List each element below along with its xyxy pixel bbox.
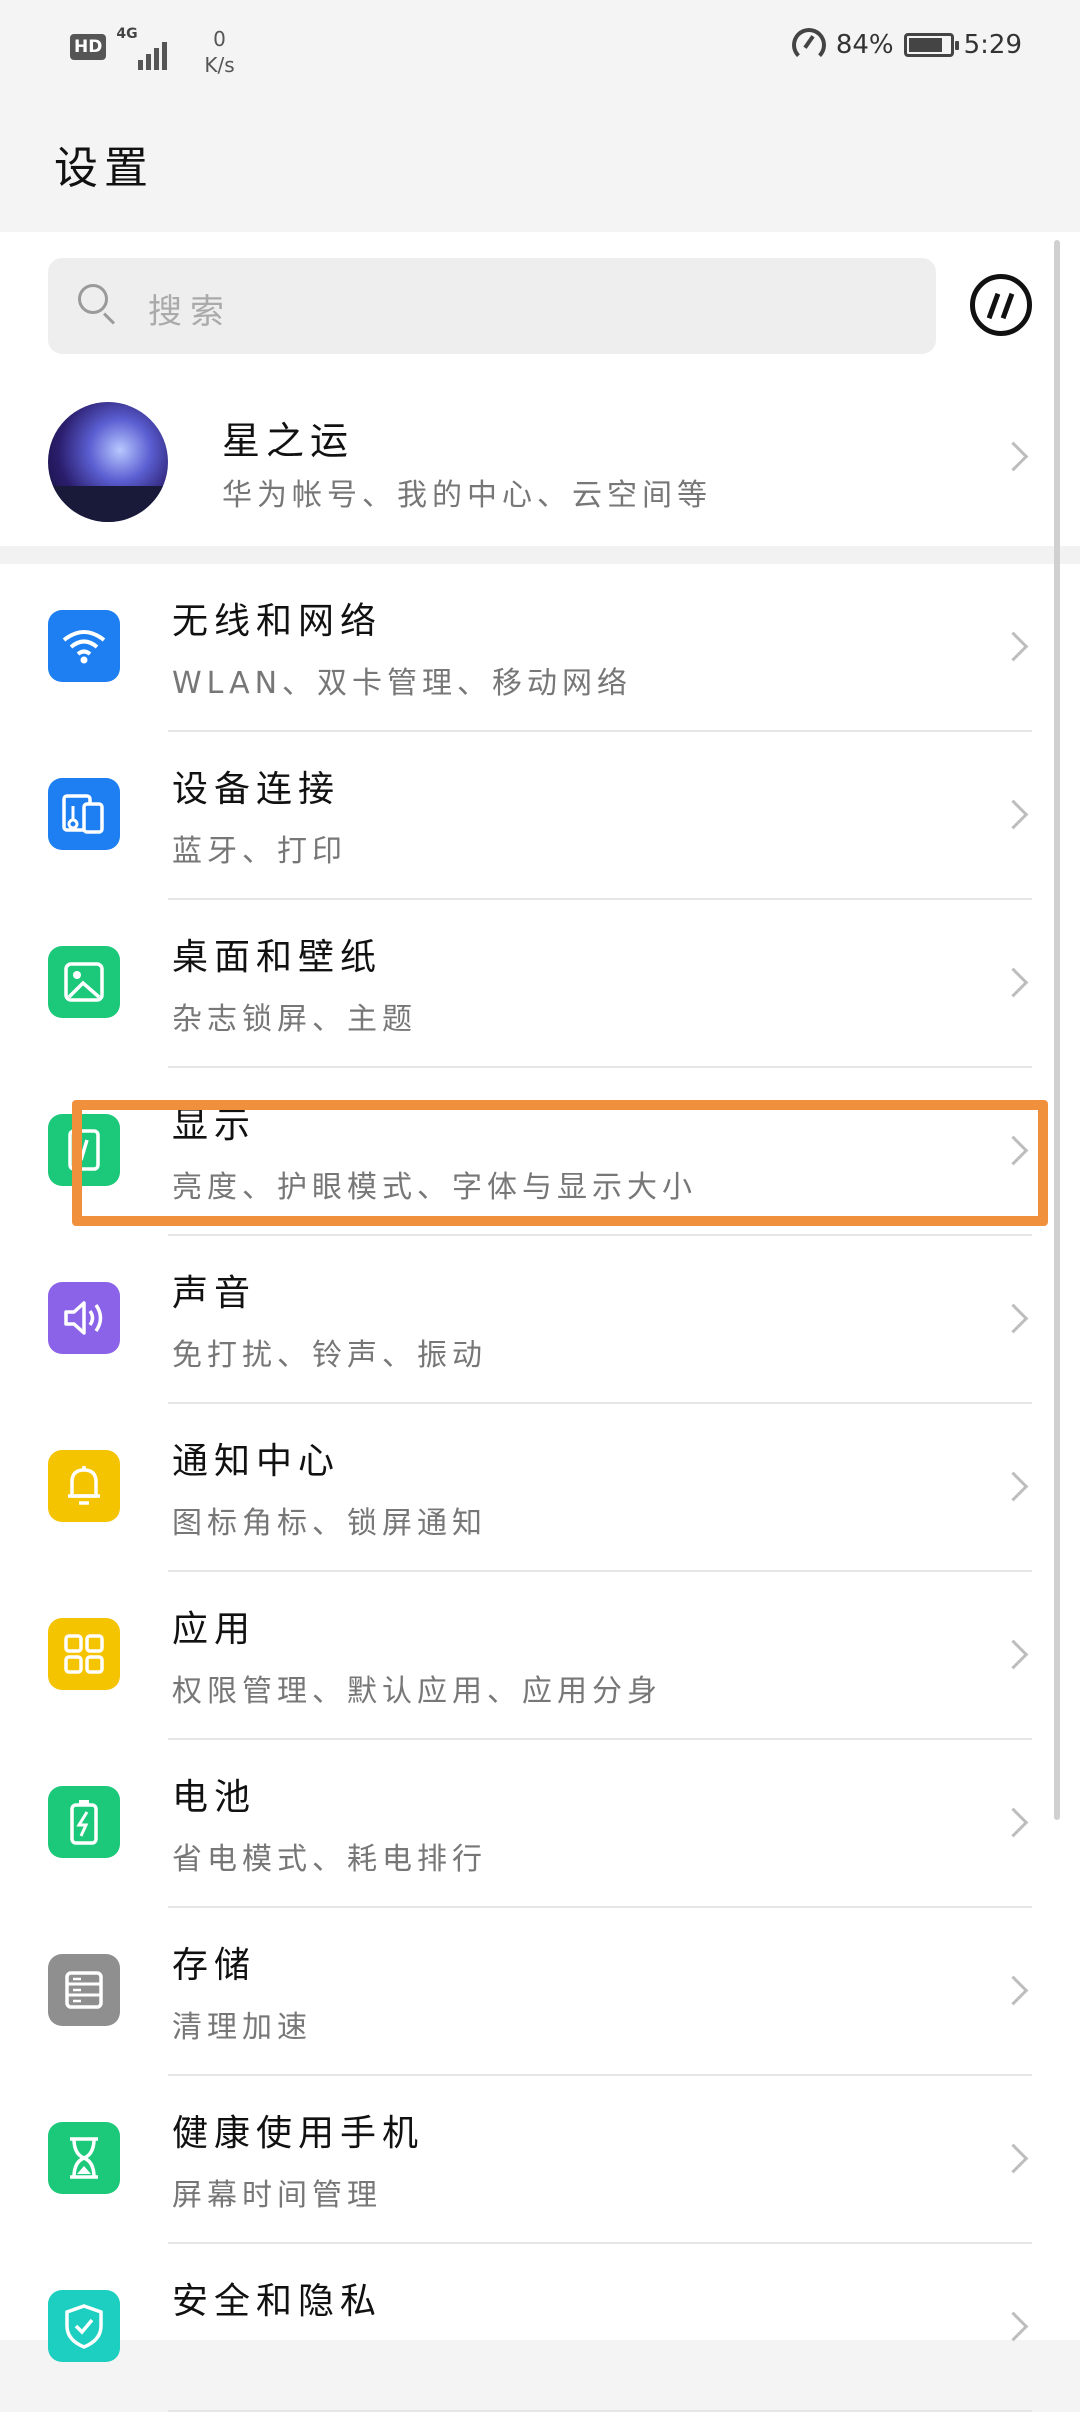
chevron-right-icon bbox=[998, 2143, 1029, 2174]
settings-item[interactable]: 设备连接 蓝牙、打印 bbox=[0, 732, 1080, 900]
settings-item[interactable]: 通知中心图标角标、锁屏通知 bbox=[0, 1404, 1080, 1572]
page-title: 设置 bbox=[54, 143, 154, 194]
storage-icon bbox=[48, 1954, 120, 2026]
settings-item[interactable]: 应用权限管理、默认应用、应用分身 bbox=[0, 1572, 1080, 1740]
hourglass-icon bbox=[48, 2122, 120, 2194]
account-subtitle: 华为帐号、我的中心、云空间等 bbox=[222, 478, 712, 513]
settings-item-subtitle: 屏幕时间管理 bbox=[172, 2178, 382, 2213]
battery-icon bbox=[903, 33, 959, 57]
scrollbar[interactable] bbox=[1054, 240, 1060, 1820]
settings-item[interactable]: 声音免打扰、铃声、振动 bbox=[0, 1236, 1080, 1404]
settings-item[interactable]: 健康使用手机屏幕时间管理 bbox=[0, 2076, 1080, 2244]
hd-badge: HD bbox=[70, 34, 107, 60]
settings-item-title: 桌面和壁纸 bbox=[172, 937, 383, 978]
status-right: 84% 5:29 bbox=[791, 28, 1022, 62]
wallpaper-icon bbox=[48, 946, 120, 1018]
settings-item-title: 声音 bbox=[172, 1273, 257, 1314]
settings-item-subtitle: 清理加速 bbox=[172, 2010, 312, 2045]
signal-icon: 4G bbox=[116, 26, 176, 70]
battery-fill bbox=[908, 38, 943, 52]
chevron-right-icon bbox=[998, 1639, 1029, 1670]
settings-item[interactable]: 桌面和壁纸杂志锁屏、主题 bbox=[0, 900, 1080, 1068]
apps-icon bbox=[48, 1618, 120, 1690]
settings-list: 无线和网络 WLAN、双卡管理、移动网络设备连接蓝牙、打印桌面和壁纸杂志锁屏、主题… bbox=[0, 564, 1080, 2412]
settings-item-title: 存储 bbox=[172, 1945, 257, 1986]
settings-item-subtitle: 图标角标、锁屏通知 bbox=[172, 1506, 487, 1541]
huawei-assistant-icon[interactable] bbox=[970, 274, 1032, 336]
speedometer-icon bbox=[791, 28, 826, 62]
settings-item-subtitle: 杂志锁屏、主题 bbox=[172, 1002, 417, 1037]
device-connection-icon bbox=[48, 778, 120, 850]
sound-icon bbox=[48, 1282, 120, 1354]
settings-item-subtitle: 蓝牙、打印 bbox=[172, 834, 347, 869]
account-row[interactable]: 星之运 华为帐号、我的中心、云空间等 bbox=[0, 370, 1080, 546]
settings-item[interactable]: 存储 清理加速 bbox=[0, 1908, 1080, 2076]
chevron-right-icon bbox=[998, 1303, 1029, 1334]
settings-item[interactable]: 安全和隐私 bbox=[0, 2244, 1080, 2412]
account-name: 星之运 bbox=[222, 419, 355, 463]
battery-percent: 84% bbox=[835, 30, 894, 60]
status-bar: HD 4G 0 K/s 84% 5:29 bbox=[0, 0, 1080, 100]
settings-content: 搜索 星之运 华为帐号、我的中心、云空间等 无线和网络 WLAN、双卡管理、移动网… bbox=[0, 232, 1080, 2412]
network-speed: 0 K/s bbox=[204, 26, 234, 78]
battery-icon bbox=[48, 1786, 120, 1858]
settings-item[interactable]: 无线和网络 WLAN、双卡管理、移动网络 bbox=[0, 564, 1080, 732]
highlight-box bbox=[72, 1100, 1048, 1226]
network-speed-unit: K/s bbox=[204, 53, 235, 77]
settings-item-title: 应用 bbox=[172, 1609, 257, 1650]
chevron-right-icon bbox=[998, 1975, 1029, 2006]
settings-item-subtitle: WLAN、双卡管理、移动网络 bbox=[172, 666, 633, 701]
chevron-right-icon bbox=[998, 441, 1029, 472]
chevron-right-icon bbox=[998, 799, 1029, 830]
settings-item-title: 安全和隐私 bbox=[172, 2281, 383, 2322]
bell-icon bbox=[48, 1450, 120, 1522]
search-input[interactable]: 搜索 bbox=[48, 258, 936, 354]
settings-item-title: 无线和网络 bbox=[172, 601, 383, 642]
wifi-icon bbox=[48, 610, 120, 682]
settings-item-subtitle: 权限管理、默认应用、应用分身 bbox=[172, 1674, 662, 1709]
settings-item-title: 电池 bbox=[172, 1777, 257, 1818]
chevron-right-icon bbox=[998, 967, 1029, 998]
settings-item-title: 设备连接 bbox=[172, 769, 341, 810]
chevron-right-icon bbox=[998, 1471, 1029, 1502]
settings-item-title: 通知中心 bbox=[172, 1441, 341, 1482]
settings-item[interactable]: 电池省电模式、耗电排行 bbox=[0, 1740, 1080, 1908]
settings-item-subtitle: 省电模式、耗电排行 bbox=[172, 1842, 487, 1877]
search-row: 搜索 bbox=[48, 258, 1032, 354]
settings-item-title: 健康使用手机 bbox=[172, 2113, 425, 2154]
settings-item-subtitle: 免打扰、铃声、振动 bbox=[172, 1338, 487, 1373]
search-icon bbox=[78, 284, 108, 314]
avatar bbox=[48, 402, 168, 522]
status-left: HD 4G 0 K/s bbox=[70, 26, 235, 78]
section-divider bbox=[0, 546, 1080, 564]
chevron-right-icon bbox=[998, 1807, 1029, 1838]
clock: 5:29 bbox=[963, 30, 1022, 60]
chevron-right-icon bbox=[998, 631, 1029, 662]
chevron-right-icon bbox=[998, 2311, 1029, 2342]
shield-icon bbox=[48, 2290, 120, 2362]
network-speed-value: 0 bbox=[213, 27, 226, 51]
search-placeholder: 搜索 bbox=[148, 292, 232, 332]
network-type: 4G bbox=[116, 26, 138, 42]
